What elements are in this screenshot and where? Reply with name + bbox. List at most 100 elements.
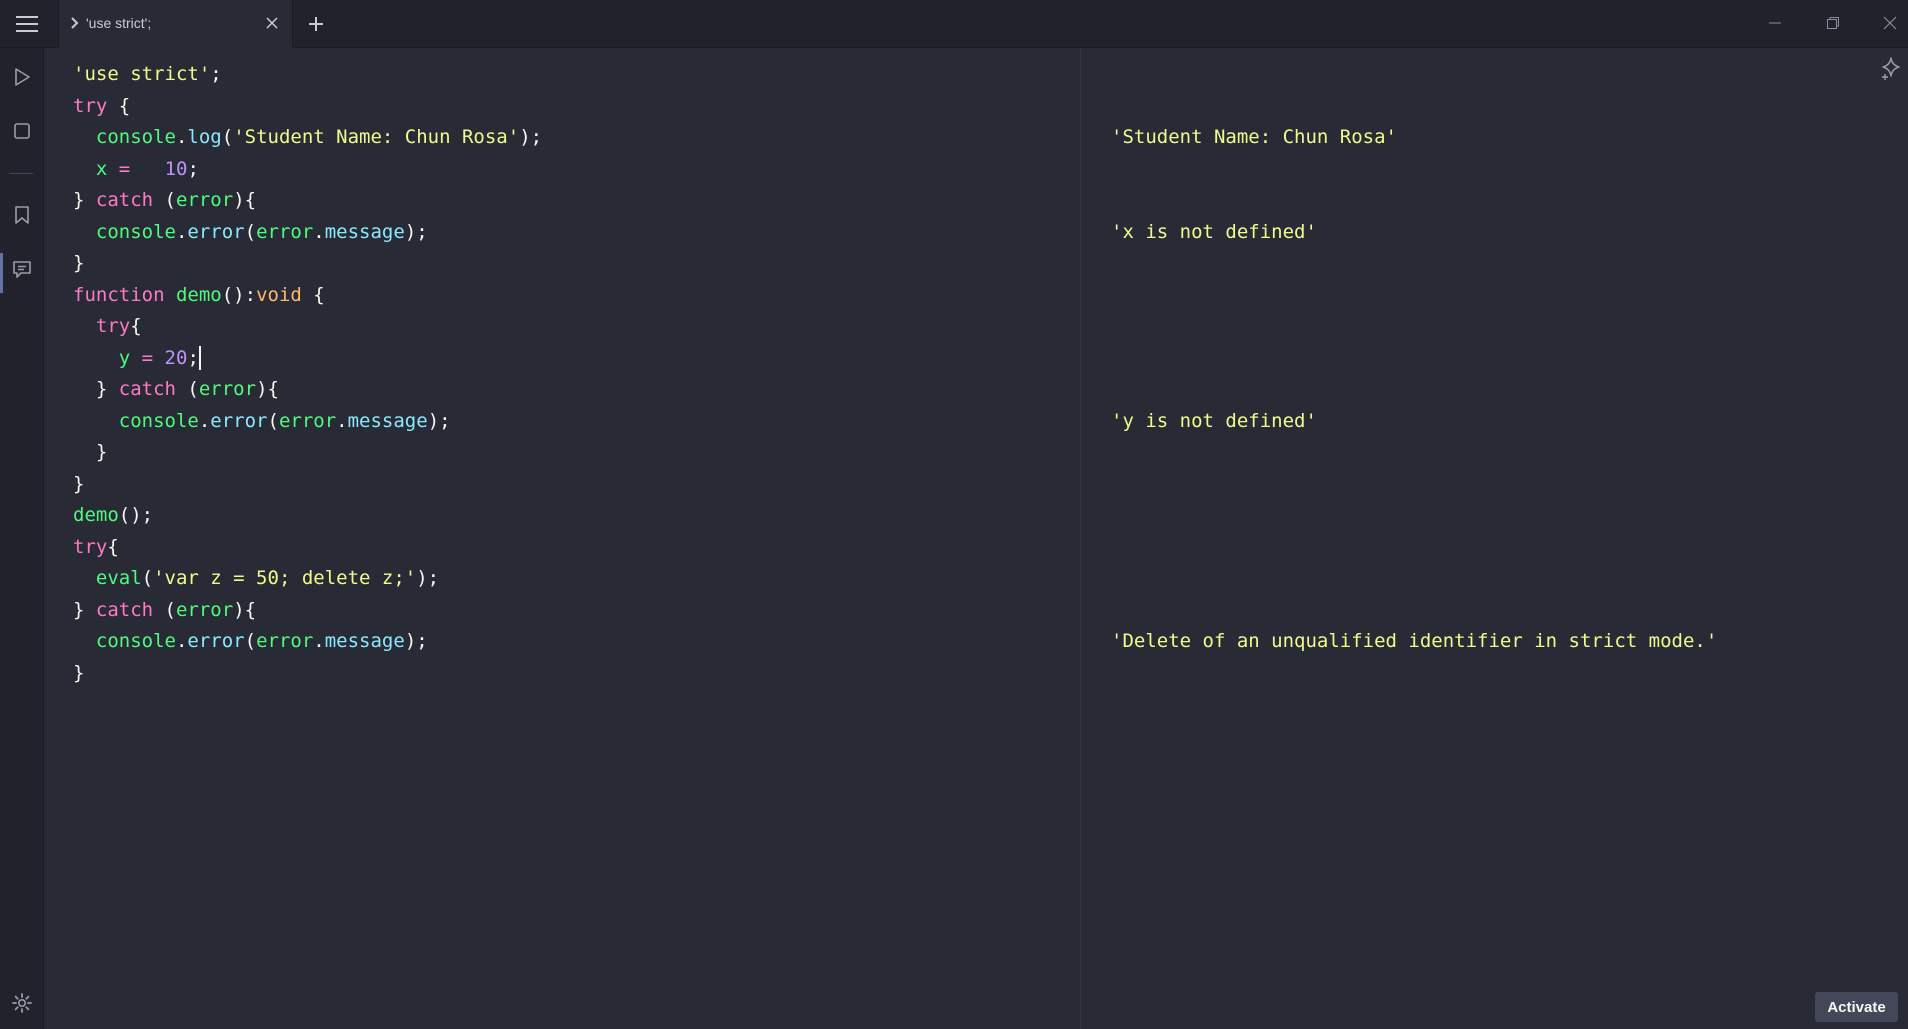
code-token: } bbox=[73, 472, 85, 495]
code-token: ); bbox=[416, 567, 440, 589]
gear-icon[interactable] bbox=[11, 992, 33, 1014]
code-token: ( bbox=[244, 220, 257, 243]
code-token: error bbox=[256, 220, 314, 243]
code-token: ){ bbox=[233, 598, 257, 621]
code-token: console bbox=[95, 220, 176, 243]
code-token: catch bbox=[95, 189, 154, 211]
play-icon[interactable] bbox=[11, 66, 33, 88]
close-icon[interactable] bbox=[265, 16, 279, 30]
code-line[interactable]: } bbox=[73, 657, 84, 689]
code-token: } bbox=[73, 252, 85, 274]
code-token: ( bbox=[267, 409, 279, 432]
code-line[interactable]: 'use strict'; bbox=[73, 58, 222, 90]
hamburger-menu-icon[interactable] bbox=[14, 14, 44, 34]
code-token: ; bbox=[187, 157, 199, 180]
code-line[interactable]: try{ bbox=[73, 310, 142, 342]
code-token: . bbox=[198, 409, 211, 432]
code-line[interactable]: console.error(error.message); bbox=[73, 405, 451, 437]
code-token: 'var z = 50; delete z;' bbox=[153, 567, 417, 589]
code-token: console bbox=[95, 126, 176, 148]
tab-title: 'use strict'; bbox=[86, 15, 152, 31]
code-token: } bbox=[73, 378, 119, 400]
code-token: ){ bbox=[233, 189, 257, 211]
code-line[interactable]: } bbox=[73, 468, 84, 500]
code-token: ; bbox=[210, 63, 222, 85]
code-line[interactable]: console.log('Student Name: Chun Rosa'); bbox=[73, 121, 542, 153]
code-token: . bbox=[175, 220, 188, 243]
activate-button[interactable]: Activate bbox=[1815, 992, 1898, 1022]
code-token: message bbox=[324, 630, 405, 652]
code-token: = bbox=[107, 157, 142, 180]
code-token: ); bbox=[519, 126, 543, 148]
code-token: } bbox=[73, 441, 108, 463]
code-token: 10 bbox=[164, 157, 188, 180]
code-line[interactable]: } catch (error){ bbox=[73, 373, 279, 405]
code-token: ( bbox=[175, 378, 199, 400]
code-line[interactable]: } bbox=[73, 247, 84, 279]
code-line[interactable]: } catch (error){ bbox=[73, 184, 256, 216]
code-line[interactable]: console.error(error.message); bbox=[73, 216, 428, 248]
close-window-icon[interactable] bbox=[1883, 16, 1897, 30]
code-line[interactable]: try { bbox=[73, 90, 130, 122]
tab-active[interactable]: 'use strict'; bbox=[58, 0, 293, 48]
code-token: error bbox=[198, 378, 257, 400]
code-token: 'use strict' bbox=[73, 63, 211, 85]
code-line[interactable]: try{ bbox=[73, 531, 119, 563]
code-line[interactable]: } catch (error){ bbox=[73, 594, 256, 626]
code-token: message bbox=[324, 220, 405, 243]
code-token: ); bbox=[404, 630, 428, 652]
code-token: = bbox=[130, 346, 165, 369]
code-token: error bbox=[175, 598, 234, 621]
code-line[interactable]: eval('var z = 50; delete z;'); bbox=[73, 562, 439, 594]
code-token: error bbox=[256, 630, 314, 652]
plus-icon[interactable] bbox=[306, 14, 326, 34]
minimize-icon[interactable] bbox=[1768, 16, 1782, 30]
sparkle-icon[interactable] bbox=[1880, 56, 1902, 82]
code-token: y bbox=[118, 346, 131, 369]
code-token: . bbox=[313, 630, 325, 652]
code-line[interactable]: } bbox=[73, 436, 107, 468]
code-token: . bbox=[313, 220, 325, 243]
code-token: ( bbox=[153, 189, 176, 211]
code-token: try bbox=[73, 94, 108, 117]
code-token: ); bbox=[404, 220, 428, 243]
sidebar-separator bbox=[9, 173, 33, 174]
code-token: error bbox=[278, 409, 337, 432]
code-line[interactable]: y = 20; bbox=[73, 342, 201, 374]
code-token: function bbox=[73, 283, 165, 306]
code-token: { bbox=[107, 535, 119, 558]
code-token: eval bbox=[95, 567, 142, 589]
title-bar: 'use strict'; bbox=[0, 0, 1908, 48]
code-token: 'Student Name: Chun Rosa' bbox=[233, 126, 520, 148]
code-line[interactable]: demo(); bbox=[73, 499, 153, 531]
output-line: 'Student Name: Chun Rosa' bbox=[1111, 126, 1397, 148]
code-token: message bbox=[347, 409, 428, 432]
code-token: try bbox=[73, 535, 108, 558]
restore-icon[interactable] bbox=[1826, 16, 1840, 30]
code-token: console bbox=[95, 630, 176, 652]
bookmark-icon[interactable] bbox=[11, 204, 33, 226]
code-token: error bbox=[210, 409, 268, 432]
code-line[interactable]: function demo():void { bbox=[73, 279, 325, 311]
code-token: catch bbox=[95, 598, 154, 621]
code-token: { bbox=[301, 283, 325, 306]
code-token: ( bbox=[244, 630, 257, 652]
code-editor[interactable]: 'use strict'; try { console.log('Student … bbox=[44, 48, 1080, 1029]
code-line[interactable]: x = 10; bbox=[73, 153, 199, 185]
code-line[interactable]: console.error(error.message); bbox=[73, 625, 428, 657]
output-line: 'Delete of an unqualified identifier in … bbox=[1111, 630, 1718, 652]
stop-icon[interactable] bbox=[11, 120, 33, 142]
comment-icon[interactable] bbox=[11, 258, 33, 280]
output-panel: 'Student Name: Chun Rosa' 'x is not defin… bbox=[1081, 48, 1908, 1029]
code-token: ); bbox=[427, 409, 451, 432]
code-token: error bbox=[187, 220, 245, 243]
code-token: ){ bbox=[256, 378, 279, 400]
